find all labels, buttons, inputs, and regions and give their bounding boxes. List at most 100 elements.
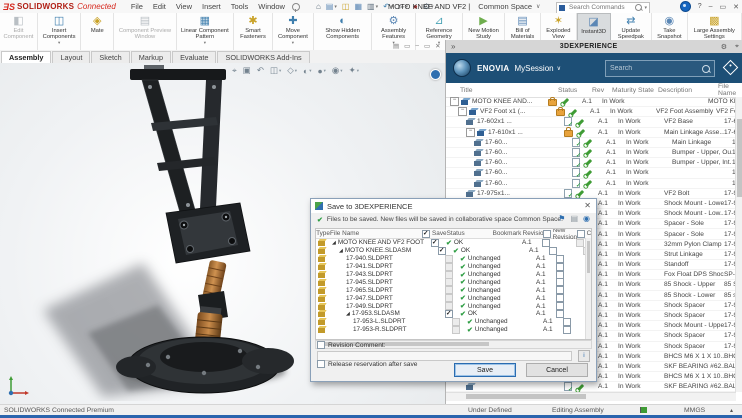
save-checkbox[interactable] — [438, 247, 446, 255]
info-icon[interactable]: i — [578, 350, 590, 362]
mysession-selector[interactable]: MySession — [514, 64, 553, 73]
scroll-thumb[interactable] — [466, 394, 586, 399]
close-button[interactable]: ✕ — [733, 3, 739, 11]
tree-collapse-icon[interactable]: ◢ — [332, 240, 336, 246]
vertical-scrollbar[interactable] — [585, 238, 591, 339]
open-button[interactable]: ◫ — [340, 2, 352, 11]
menu-edit[interactable]: Edit — [148, 2, 171, 11]
new-revision-checkbox[interactable] — [556, 310, 564, 318]
dialog-file-row[interactable]: 17-945.SLDPRT✔UnchangedA.1 — [316, 278, 591, 286]
chevron-down-icon[interactable]: ▾ — [644, 5, 647, 11]
column-header-rev[interactable]: Rev — [592, 87, 612, 94]
print-button[interactable]: ▥▾ — [365, 2, 380, 11]
menu-view[interactable]: View — [171, 2, 197, 11]
comment-all-checkbox[interactable] — [577, 230, 585, 238]
tree-collapse-icon[interactable]: ◢ — [339, 248, 343, 254]
save-checkbox[interactable] — [445, 278, 453, 286]
3dexperience-compass-icon[interactable] — [453, 59, 471, 77]
dialog-file-row[interactable]: 17-943.SLDPRT✔UnchangedA.1 — [316, 271, 591, 279]
release-reservation-checkbox[interactable] — [317, 360, 325, 368]
column-header-file-name[interactable]: File Name — [718, 83, 742, 97]
save-button[interactable]: ▦ — [352, 2, 364, 11]
split-button[interactable]: ▭ — [404, 42, 410, 50]
column-header-maturity-state[interactable]: Maturity State — [612, 87, 658, 94]
model-3d[interactable] — [18, 65, 348, 401]
save-checkbox[interactable] — [445, 294, 453, 302]
dialog-file-row[interactable]: ◢MOTO KNEE.SLDASM✔OKA.1 — [316, 247, 591, 255]
close-icon[interactable]: ✕ — [584, 201, 591, 210]
table-row[interactable]: 17-60...A.1In WorkMain Linkage17-601.SLD… — [446, 138, 736, 148]
new-revision-checkbox[interactable] — [542, 239, 550, 247]
restore-button[interactable]: ▭ — [720, 3, 727, 11]
dialog-file-row[interactable]: 17-953-R.SLDPRT✔UnchangedA.1 — [316, 326, 591, 334]
chevron-up-icon[interactable]: ▴ — [730, 407, 733, 414]
save-checkbox[interactable] — [445, 286, 453, 294]
user-avatar[interactable] — [680, 1, 691, 12]
dialog-file-row[interactable]: 17-947.SLDPRT✔UnchangedA.1 — [316, 294, 591, 302]
tab-layout[interactable]: Layout — [52, 51, 90, 63]
search-commands-input[interactable] — [567, 3, 635, 12]
chevron-down-icon[interactable]: ∨ — [557, 65, 561, 72]
table-row[interactable]: 17-60...A.1In Work17-608.SLDPRT — [446, 179, 736, 189]
units-selector[interactable]: MMGS — [684, 407, 705, 414]
pin-menu-icon[interactable] — [292, 3, 300, 11]
gear-icon[interactable]: ⚙ — [721, 43, 727, 51]
notification-flag-icon[interactable] — [640, 407, 647, 413]
vertical-scrollbar[interactable] — [735, 97, 742, 392]
tab-markup[interactable]: Markup — [131, 51, 171, 63]
tab-solidworks-add-ins[interactable]: SOLIDWORKS Add-Ins — [217, 51, 309, 63]
minimize-button[interactable]: – — [415, 42, 419, 50]
dialog-file-row[interactable]: 17-940.SLDPRT✔UnchangedA.1 — [316, 255, 591, 263]
tree-collapse-icon[interactable]: − — [450, 97, 459, 106]
new-revision-checkbox[interactable] — [556, 278, 564, 286]
3dexperience-user-icon[interactable] — [430, 69, 441, 80]
bookmark-icon[interactable]: ⚑ — [558, 214, 565, 223]
menu-insert[interactable]: Insert — [197, 2, 226, 11]
new-revision-checkbox[interactable] — [563, 326, 571, 334]
collaborative-space-label[interactable]: Common Space — [478, 2, 532, 11]
new-revision-checkbox[interactable] — [563, 318, 571, 326]
scene-button[interactable]: ✦▾ — [349, 65, 359, 76]
ribbon-button-smart-fasteners[interactable]: ✱Smart Fasteners — [234, 13, 273, 50]
ribbon-button-show-hidden-components[interactable]: ◐Show Hidden Components — [314, 13, 372, 50]
menu-window[interactable]: Window — [253, 2, 290, 11]
help-icon[interactable]: ◉ — [583, 214, 590, 223]
dialog-file-row[interactable]: 17-965.SLDPRT✔UnchangedA.1 — [316, 286, 591, 294]
collapse-panel-icon[interactable]: » — [451, 42, 455, 51]
dialog-file-row[interactable]: ◢17-953.SLDASM✔OKA.1 — [316, 310, 591, 318]
new-revision-checkbox[interactable] — [556, 302, 564, 310]
tree-collapse-icon[interactable]: ◢ — [346, 311, 350, 317]
minimize-button[interactable]: – — [709, 3, 713, 10]
save-checkbox[interactable] — [445, 310, 453, 318]
ribbon-button-insert-components[interactable]: ◫Insert Components▾ — [38, 13, 81, 50]
new-revision-checkbox[interactable] — [556, 286, 564, 294]
dialog-file-row[interactable]: 17-949.SLDPRT✔UnchangedA.1 — [316, 302, 591, 310]
save-button[interactable]: Save — [454, 363, 516, 377]
panel-search-input[interactable] — [606, 64, 702, 73]
new-revision-all-checkbox[interactable] — [543, 230, 551, 238]
scroll-thumb[interactable] — [737, 119, 742, 197]
new-revision-checkbox[interactable] — [556, 263, 564, 271]
table-row[interactable]: 17-60...A.1In Work17-607.SLDPRT — [446, 168, 736, 178]
tab-assembly[interactable]: Assembly — [1, 51, 51, 63]
close-button[interactable]: ✕ — [435, 42, 440, 50]
menu-file[interactable]: File — [126, 2, 148, 11]
menu-tools[interactable]: Tools — [226, 2, 254, 11]
save-checkbox[interactable] — [445, 271, 453, 279]
table-row[interactable]: 17-60...A.1In WorkBumper - Upper, Int...… — [446, 158, 736, 168]
revision-comment-checkbox[interactable] — [317, 341, 325, 349]
save-checkbox[interactable] — [445, 255, 453, 263]
panel-search[interactable] — [605, 60, 715, 77]
column-header-description[interactable]: Description — [658, 87, 718, 94]
table-row[interactable]: −VF2 Foot x1 (...A.1In WorkVF2 Foot Asse… — [446, 107, 736, 117]
save-checkbox[interactable] — [445, 263, 453, 271]
restore-button[interactable]: ▭ — [424, 42, 430, 50]
new-revision-checkbox[interactable] — [549, 247, 557, 255]
comment-checkbox[interactable] — [576, 239, 584, 247]
pin-panel-icon[interactable]: ⌖ — [735, 43, 739, 51]
list-view-icon[interactable]: ▤ — [570, 214, 578, 223]
table-row[interactable]: −MOTO KNEE AND...A.1In WorkMOTO KNEE AN.… — [446, 97, 736, 107]
dialog-file-row[interactable]: 17-941.SLDPRT✔UnchangedA.1 — [316, 263, 591, 271]
table-row[interactable]: 17-60...A.1In WorkBumper - Upper, Ou...1… — [446, 148, 736, 158]
column-header-title[interactable]: Title — [446, 87, 556, 94]
